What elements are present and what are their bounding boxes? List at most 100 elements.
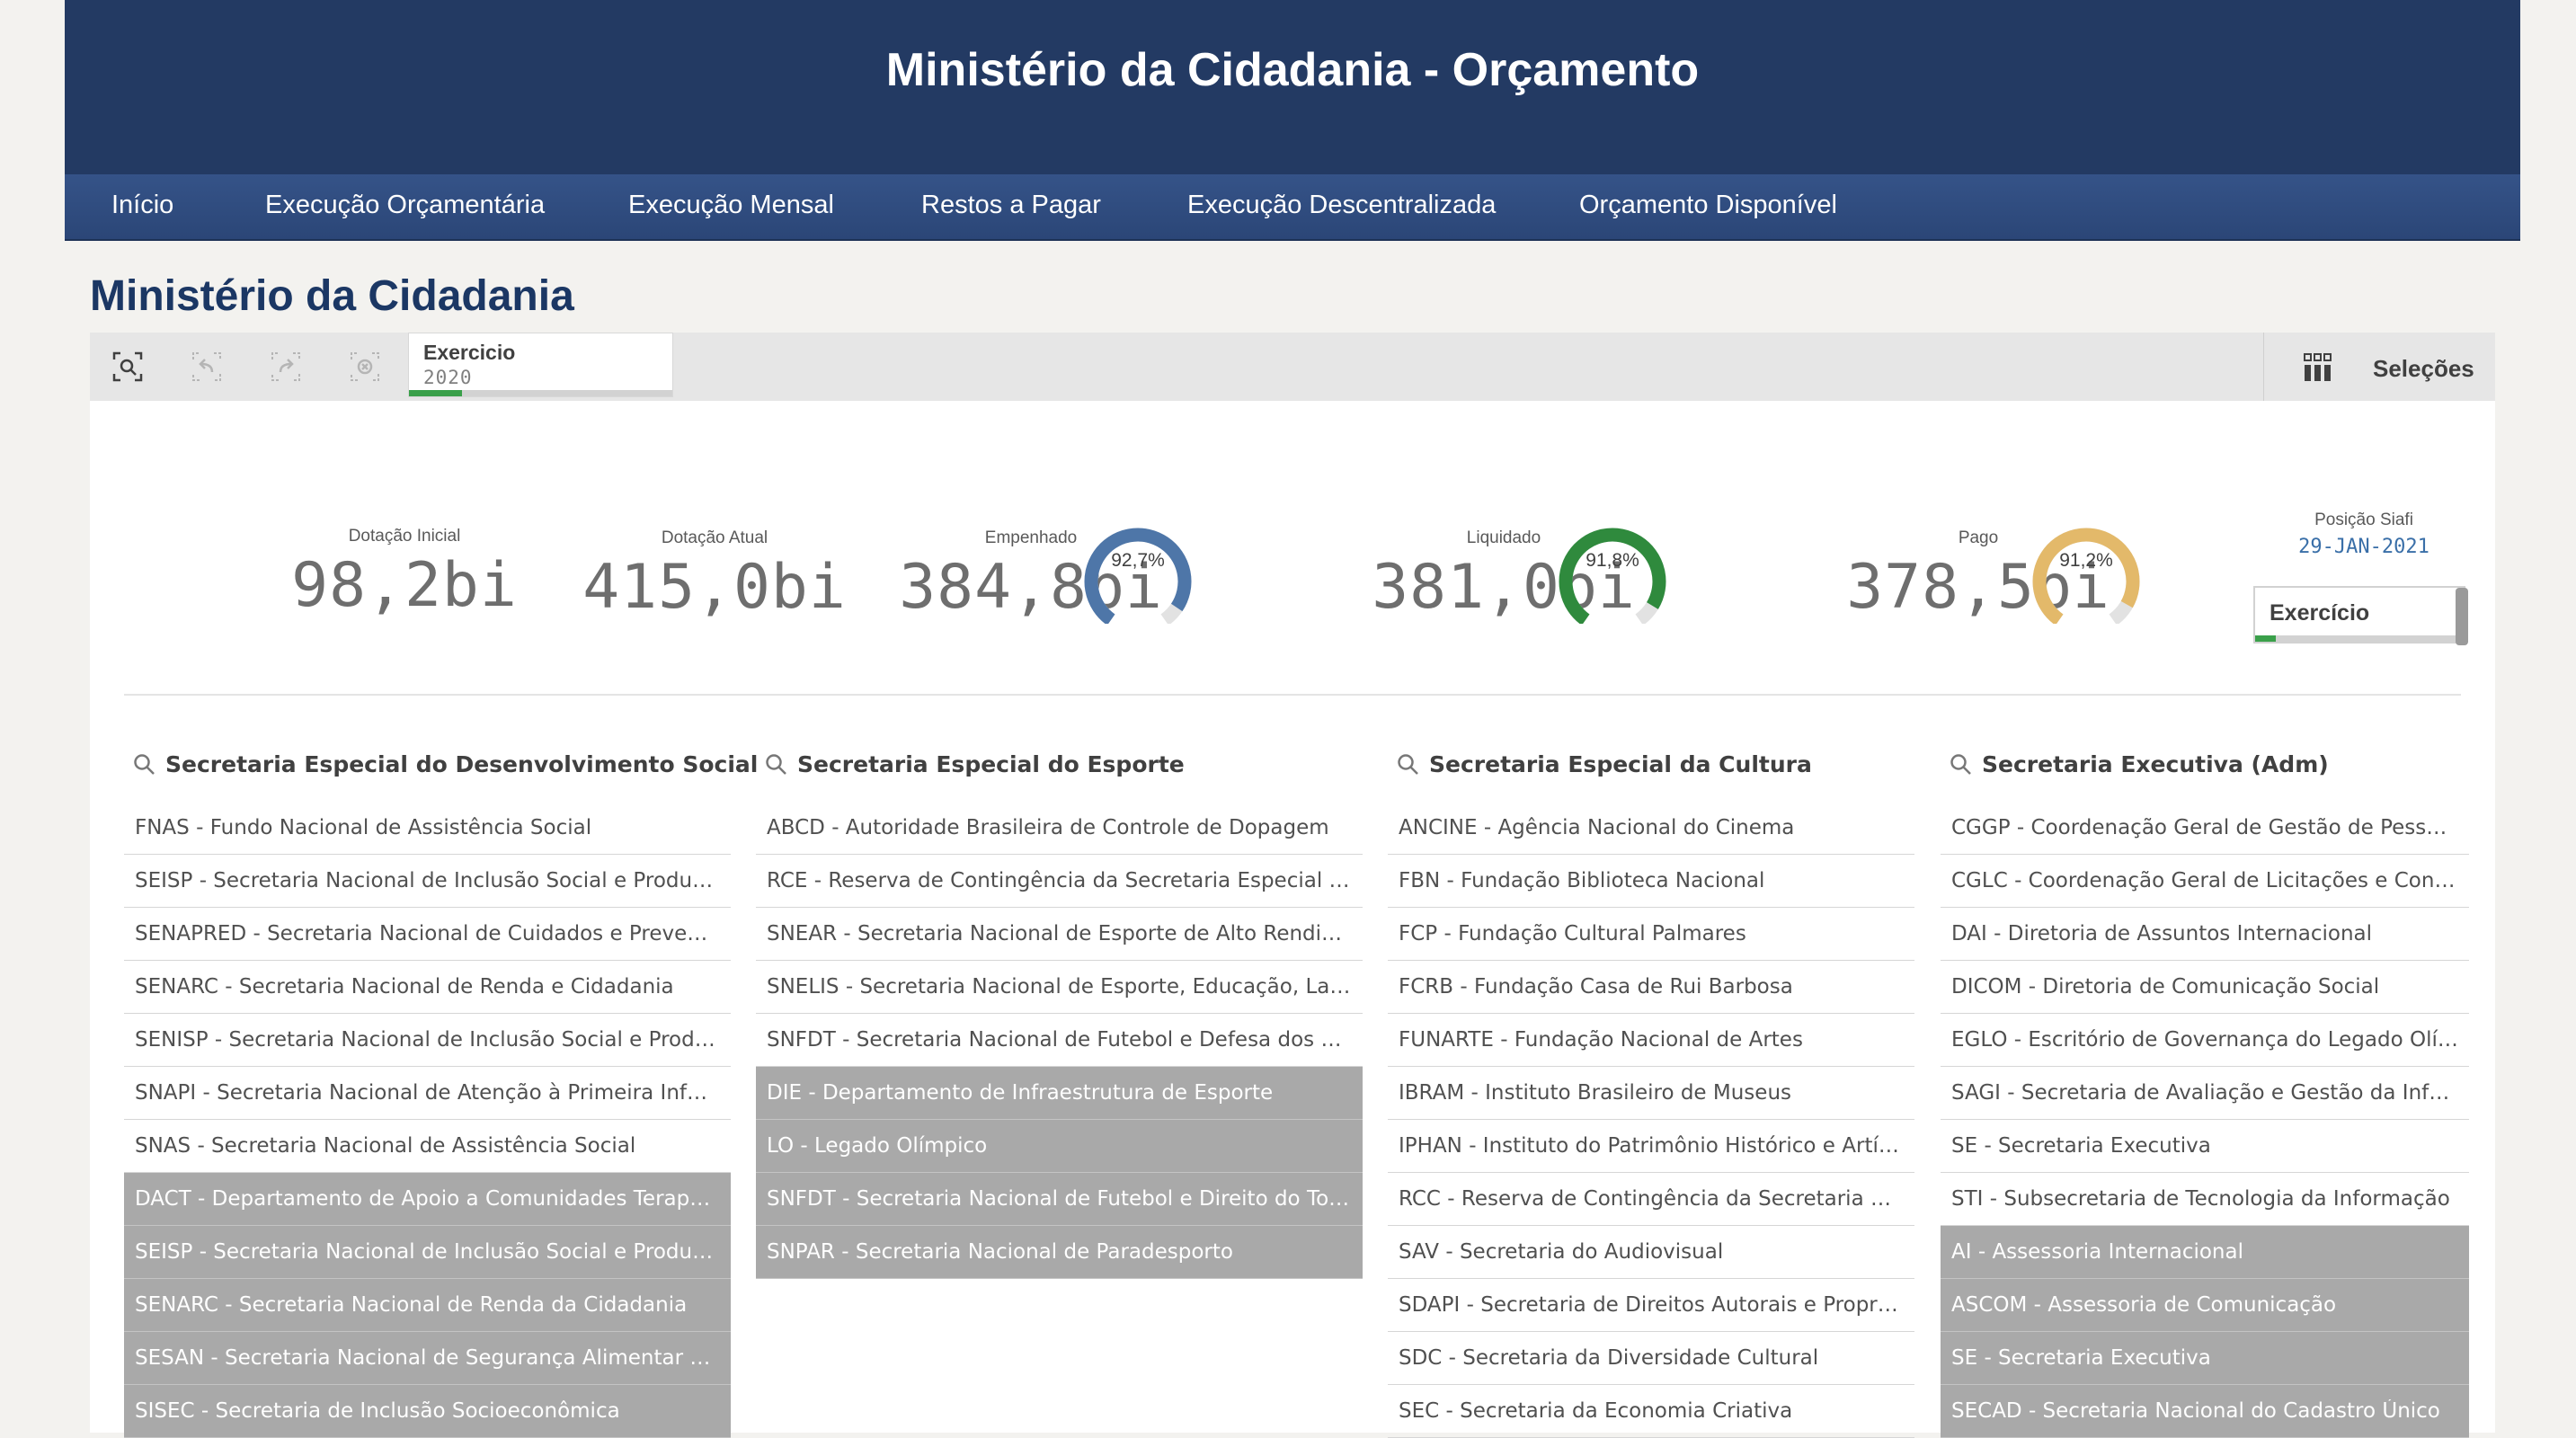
listbox-desenvolvimento-social: Secretaria Especial do Desenvolvimento S… (124, 748, 758, 1438)
listbox-item-label: SEISP - Secretaria Nacional de Inclusão … (135, 1240, 720, 1264)
listbox-item[interactable]: CGGP - Coordenação Geral de Gestão de Pe… (1941, 802, 2469, 855)
siafi-position: Posição Siafi 29-JAN-2021 (2265, 510, 2463, 558)
listbox-item[interactable]: SESAN - Secretaria Nacional de Segurança… (124, 1332, 731, 1385)
listbox-item[interactable]: SDC - Secretaria da Diversidade Cultural (1388, 1332, 1914, 1385)
listbox-item[interactable]: SEISP - Secretaria Nacional de Inclusão … (124, 855, 731, 908)
exercicio-filter-scrollbar[interactable] (2456, 588, 2468, 645)
nav-execucao-orcamentaria[interactable]: Execução Orçamentária (265, 191, 545, 220)
listbox-item[interactable]: AI - Assessoria Internacional (1941, 1226, 2469, 1279)
listbox-item[interactable]: RCC - Reserva de Contingência da Secreta… (1388, 1173, 1914, 1226)
listbox-item-label: CGGP - Coordenação Geral de Gestão de Pe… (1951, 816, 2458, 839)
listbox-item-label: DICOM - Diretoria de Comunicação Social (1951, 975, 2380, 999)
listbox-item[interactable]: ABCD - Autoridade Brasileira de Controle… (756, 802, 1363, 855)
listbox-item[interactable]: FNAS - Fundo Nacional de Assistência Soc… (124, 802, 731, 855)
listbox-item[interactable]: SNAS - Secretaria Nacional de Assistênci… (124, 1120, 731, 1173)
listbox-item[interactable]: SENAPRED - Secretaria Nacional de Cuidad… (124, 908, 731, 961)
listbox-item[interactable]: IBRAM - Instituto Brasileiro de Museus (1388, 1067, 1914, 1120)
listbox-item[interactable]: FCP - Fundação Cultural Palmares (1388, 908, 1914, 961)
listbox-item-label: IPHAN - Instituto do Patrimônio Históric… (1399, 1134, 1904, 1158)
listbox-item[interactable]: FBN - Fundação Biblioteca Nacional (1388, 855, 1914, 908)
listbox-title: Secretaria Especial do Desenvolvimento S… (165, 751, 759, 777)
divider (124, 694, 2461, 696)
listbox-item-label: SECAD - Secretaria Nacional do Cadastro … (1951, 1399, 2440, 1423)
app-header: Ministério da Cidadania - Orçamento (65, 0, 2520, 174)
listbox-item[interactable]: SENARC - Secretaria Nacional de Renda e … (124, 961, 731, 1014)
listbox-item-label: RCC - Reserva de Contingência da Secreta… (1399, 1187, 1904, 1211)
listbox-item[interactable]: SNFDT - Secretaria Nacional de Futebol e… (756, 1014, 1363, 1067)
nav-inicio[interactable]: Início (111, 191, 173, 220)
listbox-item[interactable]: SISEC - Secretaria de Inclusão Socioecon… (124, 1385, 731, 1438)
listbox-item[interactable]: IPHAN - Instituto do Patrimônio Históric… (1388, 1120, 1914, 1173)
listbox-item[interactable]: DIE - Departamento de Infraestrutura de … (756, 1067, 1363, 1120)
selections-icon[interactable] (2303, 352, 2333, 383)
search-icon[interactable] (133, 753, 156, 777)
listbox-rows: CGGP - Coordenação Geral de Gestão de Pe… (1941, 802, 2469, 1438)
step-forward-icon[interactable] (270, 351, 302, 383)
listbox-item[interactable]: SEC - Secretaria da Economia Criativa (1388, 1385, 1914, 1438)
listbox-item[interactable]: ANCINE - Agência Nacional do Cinema (1388, 802, 1914, 855)
listbox-item-label: SISEC - Secretaria de Inclusão Socioecon… (135, 1399, 620, 1423)
listbox-item[interactable]: EGLO - Escritório de Governança do Legad… (1941, 1014, 2469, 1067)
listbox-item[interactable]: SEISP - Secretaria Nacional de Inclusão … (124, 1226, 731, 1279)
listbox-item-label: RCE - Reserva de Contingência da Secreta… (767, 869, 1352, 892)
smart-search-icon[interactable] (111, 351, 144, 383)
listbox-item[interactable]: DAI - Diretoria de Assuntos Internaciona… (1941, 908, 2469, 961)
listbox-header[interactable]: Secretaria Executiva (Adm) (1941, 748, 2469, 802)
listbox-item[interactable]: SNEAR - Secretaria Nacional de Esporte d… (756, 908, 1363, 961)
listbox-item[interactable]: SNPAR - Secretaria Nacional de Paradespo… (756, 1226, 1363, 1279)
search-icon[interactable] (1950, 753, 1973, 777)
selection-chip-exercicio[interactable]: Exercicio 2020 (408, 333, 673, 397)
listbox-item[interactable]: ASCOM - Assessoria de Comunicação (1941, 1279, 2469, 1332)
listbox-item[interactable]: SENARC - Secretaria Nacional de Renda da… (124, 1279, 731, 1332)
listbox-item-label: SENARC - Secretaria Nacional de Renda da… (135, 1293, 688, 1317)
listbox-item[interactable]: FCRB - Fundação Casa de Rui Barbosa (1388, 961, 1914, 1014)
listbox-item[interactable]: SNAPI - Secretaria Nacional de Atenção à… (124, 1067, 731, 1120)
listbox-title: Secretaria Especial da Cultura (1429, 751, 1812, 777)
listbox-item[interactable]: SENISP - Secretaria Nacional de Inclusão… (124, 1014, 731, 1067)
nav-execucao-mensal[interactable]: Execução Mensal (628, 191, 834, 220)
listbox-item[interactable]: RCE - Reserva de Contingência da Secreta… (756, 855, 1363, 908)
listbox-item[interactable]: SNELIS - Secretaria Nacional de Esporte,… (756, 961, 1363, 1014)
listbox-item[interactable]: STI - Subsecretaria de Tecnologia da Inf… (1941, 1173, 2469, 1226)
selection-chip-label: Exercicio (423, 341, 516, 364)
listbox-item[interactable]: FUNARTE - Fundação Nacional de Artes (1388, 1014, 1914, 1067)
listbox-item[interactable]: SE - Secretaria Executiva (1941, 1120, 2469, 1173)
step-back-icon[interactable] (191, 351, 223, 383)
listbox-item-label: SENAPRED - Secretaria Nacional de Cuidad… (135, 922, 720, 945)
listbox-item[interactable]: LO - Legado Olímpico (756, 1120, 1363, 1173)
listbox-item[interactable]: DICOM - Diretoria de Comunicação Social (1941, 961, 2469, 1014)
listbox-item[interactable]: CGLC - Coordenação Geral de Licitações e… (1941, 855, 2469, 908)
listbox-item[interactable]: SAV - Secretaria do Audiovisual (1388, 1226, 1914, 1279)
listbox-item[interactable]: SECAD - Secretaria Nacional do Cadastro … (1941, 1385, 2469, 1438)
listbox-item-label: SNAS - Secretaria Nacional de Assistênci… (135, 1134, 636, 1158)
selections-button[interactable]: Seleções (2373, 355, 2474, 383)
listbox-item-label: SE - Secretaria Executiva (1951, 1134, 2211, 1158)
exercicio-filter[interactable]: Exercício (2253, 586, 2465, 644)
listbox-item[interactable]: SDAPI - Secretaria de Direitos Autorais … (1388, 1279, 1914, 1332)
listbox-header[interactable]: Secretaria Especial do Esporte (756, 748, 1363, 802)
listbox-item-label: SNPAR - Secretaria Nacional de Paradespo… (767, 1240, 1233, 1264)
listbox-item-label: DACT - Departamento de Apoio a Comunidad… (135, 1187, 720, 1211)
gauge-empenhado: 92,7% (1081, 525, 1195, 626)
listbox-item[interactable]: SNFDT - Secretaria Nacional de Futebol e… (756, 1173, 1363, 1226)
nav-restos-a-pagar[interactable]: Restos a Pagar (921, 191, 1101, 220)
dashboard-panel: Dotação Inicial 98,2bi Dotação Atual 415… (90, 401, 2495, 1438)
nav-orcamento-disponivel[interactable]: Orçamento Disponível (1579, 191, 1837, 220)
nav-execucao-descentralizada[interactable]: Execução Descentralizada (1187, 191, 1496, 220)
exercicio-filter-label: Exercício (2270, 600, 2370, 626)
listbox-header[interactable]: Secretaria Especial do Desenvolvimento S… (124, 748, 758, 802)
siafi-date: 29-JAN-2021 (2298, 536, 2429, 558)
listbox-item-label: SNFDT - Secretaria Nacional de Futebol e… (767, 1187, 1352, 1211)
clear-selections-icon[interactable] (349, 351, 381, 383)
exercicio-filter-bar (2255, 635, 2464, 642)
search-icon[interactable] (765, 753, 788, 777)
selection-chip-bar (409, 390, 672, 396)
listbox-item-label: SAGI - Secretaria de Avaliação e Gestão … (1951, 1081, 2458, 1105)
listbox-rows: FNAS - Fundo Nacional de Assistência Soc… (124, 802, 731, 1438)
listbox-header[interactable]: Secretaria Especial da Cultura (1388, 748, 1914, 802)
selection-chip-value: 2020 (423, 367, 473, 388)
search-icon[interactable] (1397, 753, 1420, 777)
listbox-item[interactable]: SE - Secretaria Executiva (1941, 1332, 2469, 1385)
listbox-item[interactable]: DACT - Departamento de Apoio a Comunidad… (124, 1173, 731, 1226)
listbox-item[interactable]: SAGI - Secretaria de Avaliação e Gestão … (1941, 1067, 2469, 1120)
